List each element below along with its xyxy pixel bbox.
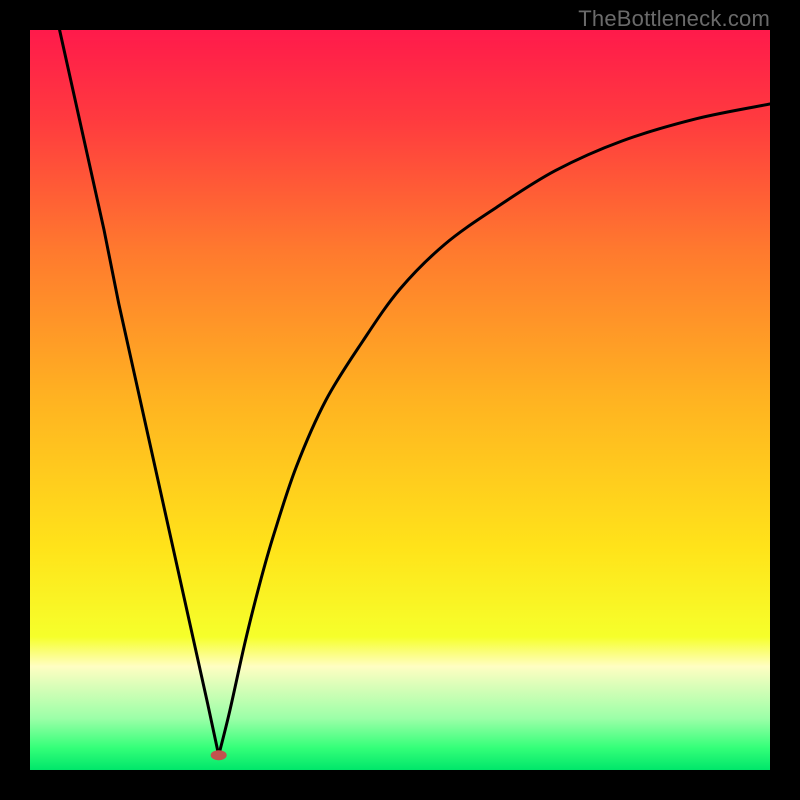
watermark-text: TheBottleneck.com (578, 6, 770, 32)
chart-frame (30, 30, 770, 770)
bottleneck-chart (30, 30, 770, 770)
min-point-marker (211, 750, 227, 760)
